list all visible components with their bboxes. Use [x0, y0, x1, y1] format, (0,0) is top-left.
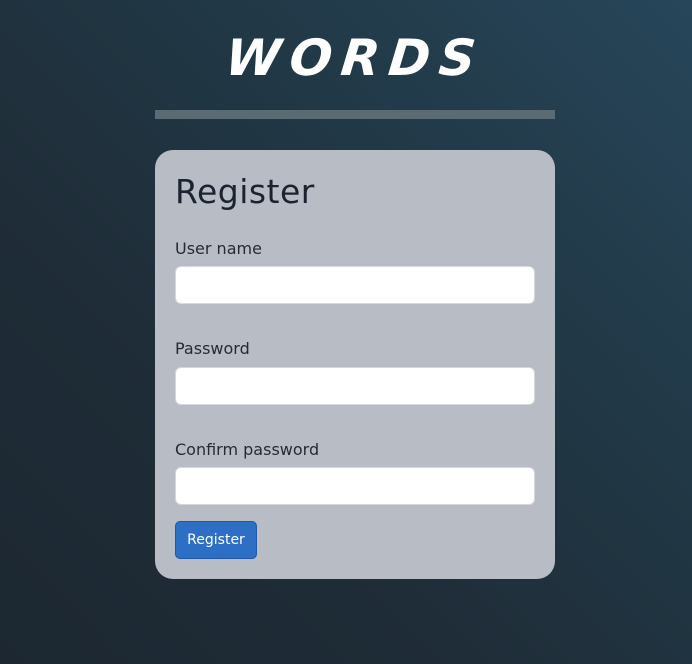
- confirm-password-input[interactable]: [175, 467, 535, 505]
- app-logo: WORDS: [222, 29, 488, 87]
- header-divider: [155, 110, 555, 119]
- password-input[interactable]: [175, 367, 535, 405]
- register-button[interactable]: Register: [175, 521, 257, 559]
- password-label: Password: [175, 339, 250, 358]
- register-card: Register User name Password Confirm pass…: [155, 150, 555, 579]
- username-label: User name: [175, 239, 262, 258]
- form-title: Register: [175, 172, 315, 211]
- username-input[interactable]: [175, 266, 535, 304]
- confirm-password-label: Confirm password: [175, 440, 320, 459]
